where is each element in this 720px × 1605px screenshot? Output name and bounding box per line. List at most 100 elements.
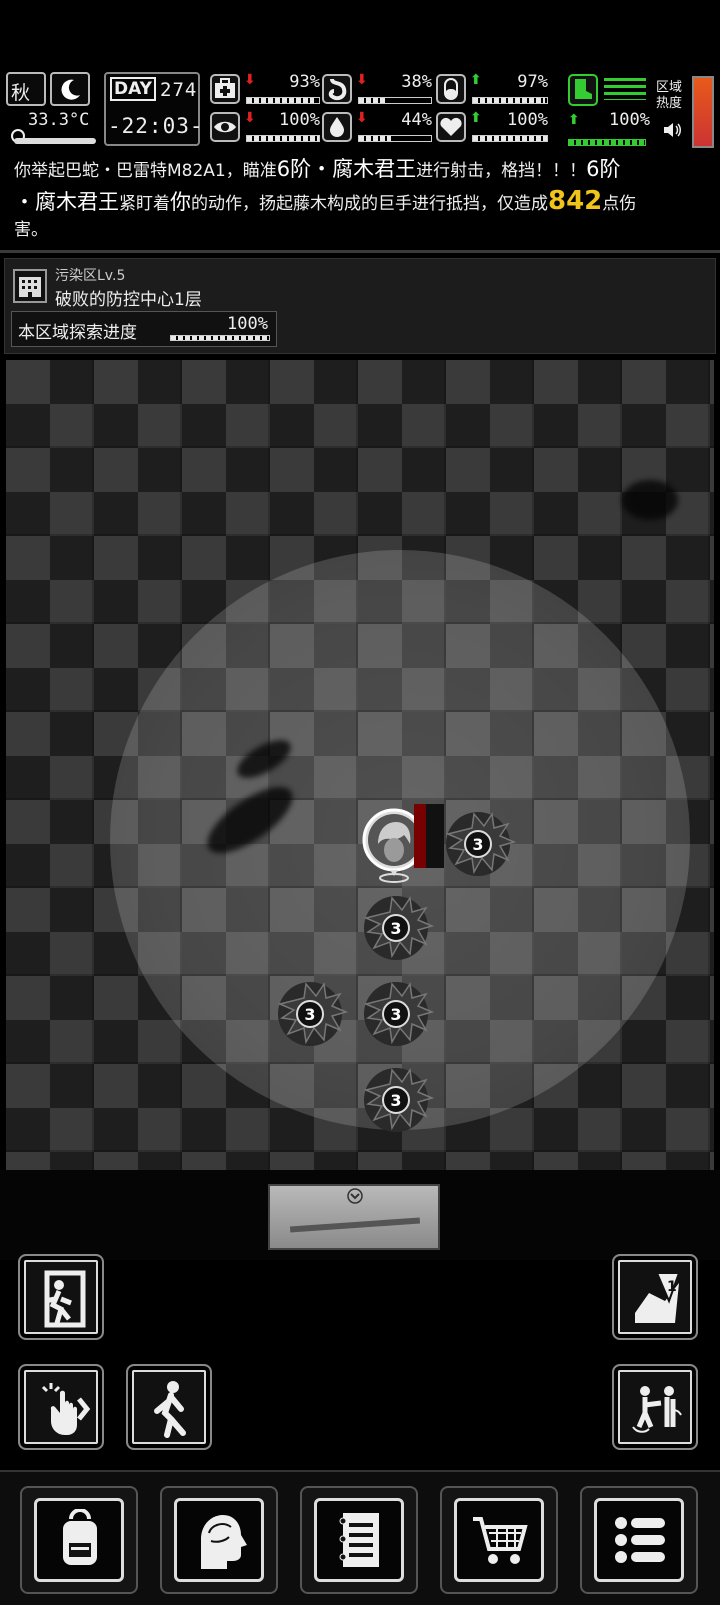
game-map[interactable]: 3 3 3 3 3 (6, 360, 714, 1170)
log-text: 紧盯着 (119, 194, 170, 214)
progress-bar-fill (171, 336, 269, 340)
stat-mental: ⬇ 100% (210, 110, 322, 144)
stat-hunger: ⬇ 38% (322, 72, 434, 106)
stat-bar-fill (359, 98, 387, 103)
walk-button[interactable] (126, 1364, 212, 1450)
battle-log: 你举起巴蛇・巴雷特M82A1，瞄准6阶・腐木君王进行射击，格挡！！！6阶 ・腐木… (0, 150, 720, 246)
stat-bar (358, 97, 432, 104)
shopping-cart-icon (473, 1517, 528, 1564)
enemy-rotwood-king[interactable]: 3 (356, 974, 436, 1054)
nav-backpack[interactable] (20, 1486, 138, 1594)
exit-door-icon (44, 1270, 86, 1328)
eye-icon (210, 112, 240, 142)
stat-value: 97% (517, 72, 548, 92)
pill-icon (436, 74, 466, 104)
medkit-icon (210, 74, 240, 104)
enemy-name: 6阶・腐木君王 (276, 157, 417, 181)
season-label: 秋 (11, 82, 31, 104)
log-line: 害。 (14, 219, 708, 241)
stat-bar-fill (473, 98, 545, 103)
progress-bar (170, 335, 270, 341)
trend-arrow-icon: ⬇ (356, 110, 368, 126)
stat-mood: ⬆ 100% (436, 110, 550, 144)
stat-bar-fill (359, 136, 391, 141)
enemy-name: ・腐木君王 (14, 190, 119, 214)
nav-frame (454, 1498, 544, 1582)
stat-bar (246, 135, 320, 142)
stat-medicine: ⬆ 97% (436, 72, 550, 106)
nav-skills[interactable] (160, 1486, 278, 1594)
exit-area-button[interactable] (18, 1254, 104, 1340)
enemy-rotwood-king[interactable]: 3 (356, 1060, 436, 1140)
water-drop-icon (322, 112, 352, 142)
day-label: DAY (110, 77, 156, 101)
enemy-level: 3 (304, 1005, 315, 1024)
stamina-value: 100% (609, 110, 650, 130)
nav-shop[interactable] (440, 1486, 558, 1594)
stat-value: 100% (507, 110, 548, 130)
enemy-level: 3 (390, 1091, 401, 1110)
trend-arrow-icon: ⬇ (244, 110, 256, 126)
zone-heat-label: 区域 热度 (656, 80, 683, 111)
stat-bar-fill (473, 136, 547, 141)
day-panel: DAY 274 -22:03- (104, 72, 203, 146)
stamina-bar (568, 139, 646, 146)
switch-stance-button[interactable] (612, 1364, 698, 1450)
enemy-rotwood-king[interactable]: 3 (438, 804, 518, 884)
log-text: 你举起巴蛇・巴雷特M82A1，瞄准 (14, 161, 277, 181)
stat-value: 44% (401, 110, 432, 130)
heart-icon (436, 112, 466, 142)
progress-value: 100% (227, 314, 268, 334)
nav-frame (174, 1498, 264, 1582)
blood-stain (622, 480, 678, 520)
stat-bar (358, 135, 432, 142)
nav-journal[interactable] (300, 1486, 418, 1594)
stairs-exit[interactable] (268, 1184, 440, 1250)
map-level-button[interactable]: 1 (612, 1254, 698, 1340)
enemy-body: 3 (445, 811, 517, 876)
player-name: 你 (170, 190, 191, 214)
stat-thirst: ⬇ 44% (322, 110, 434, 144)
enemy-rotwood-king[interactable]: 3 (356, 888, 436, 968)
backpack-icon (63, 1509, 97, 1565)
temperature-bar (14, 138, 96, 144)
stamina-lines (604, 78, 646, 100)
enemy-rotwood-king[interactable]: 3 (270, 974, 350, 1054)
log-text: 的动作，扬起藤木构成的巨手进行抵挡，仅造成 (191, 194, 548, 214)
day-value: 274 (160, 79, 198, 101)
brain-head-icon (201, 1515, 247, 1569)
enemy-level: 3 (472, 835, 483, 854)
soldier-swap-icon (632, 1386, 682, 1433)
log-text: 进行射击，格挡！！！ (416, 161, 587, 181)
moon-icon (61, 79, 80, 100)
walking-person-icon (154, 1381, 186, 1438)
trend-arrow-icon: ⬆ (470, 72, 482, 88)
stat-bar (472, 135, 548, 142)
status-bar: 秋 33.3°C DAY 274 -22:03- ⬇ 93% ⬇ 38% ⬆ 9… (0, 72, 720, 150)
nav-frame (34, 1498, 124, 1582)
stat-health: ⬇ 93% (210, 72, 322, 106)
stairs-debris (289, 1217, 421, 1233)
temperature-value: 33.3°C (28, 110, 90, 130)
exploration-progress: 本区域探索进度 100% (11, 311, 277, 347)
stat-value: 100% (279, 110, 320, 130)
trend-arrow-icon: ⬆ (470, 110, 482, 126)
zone-heat-panel[interactable]: 区域 热度 (654, 76, 716, 148)
trend-arrow-icon: ⬇ (244, 72, 256, 88)
interact-button[interactable] (18, 1364, 104, 1450)
tap-hand-icon (41, 1383, 91, 1435)
zone-level: 污染区Lv.5 (55, 268, 126, 284)
svg-text:1: 1 (667, 1279, 677, 1295)
moon-badge (50, 72, 90, 106)
speaker-icon[interactable] (662, 120, 682, 140)
enemy-level: 3 (390, 919, 401, 938)
zone-heat-meter (692, 76, 714, 148)
nav-menu[interactable] (580, 1486, 698, 1594)
log-line: ・腐木君王紧盯着你的动作，扬起藤木构成的巨手进行抵挡，仅造成842点伤 (14, 186, 708, 219)
damage-value: 842 (548, 186, 603, 216)
building-icon (13, 269, 47, 303)
stat-stamina: ⬆ 100% (568, 72, 650, 146)
stat-bar-fill (247, 136, 319, 141)
stat-bar (246, 97, 320, 104)
stat-bar-fill (247, 98, 314, 103)
